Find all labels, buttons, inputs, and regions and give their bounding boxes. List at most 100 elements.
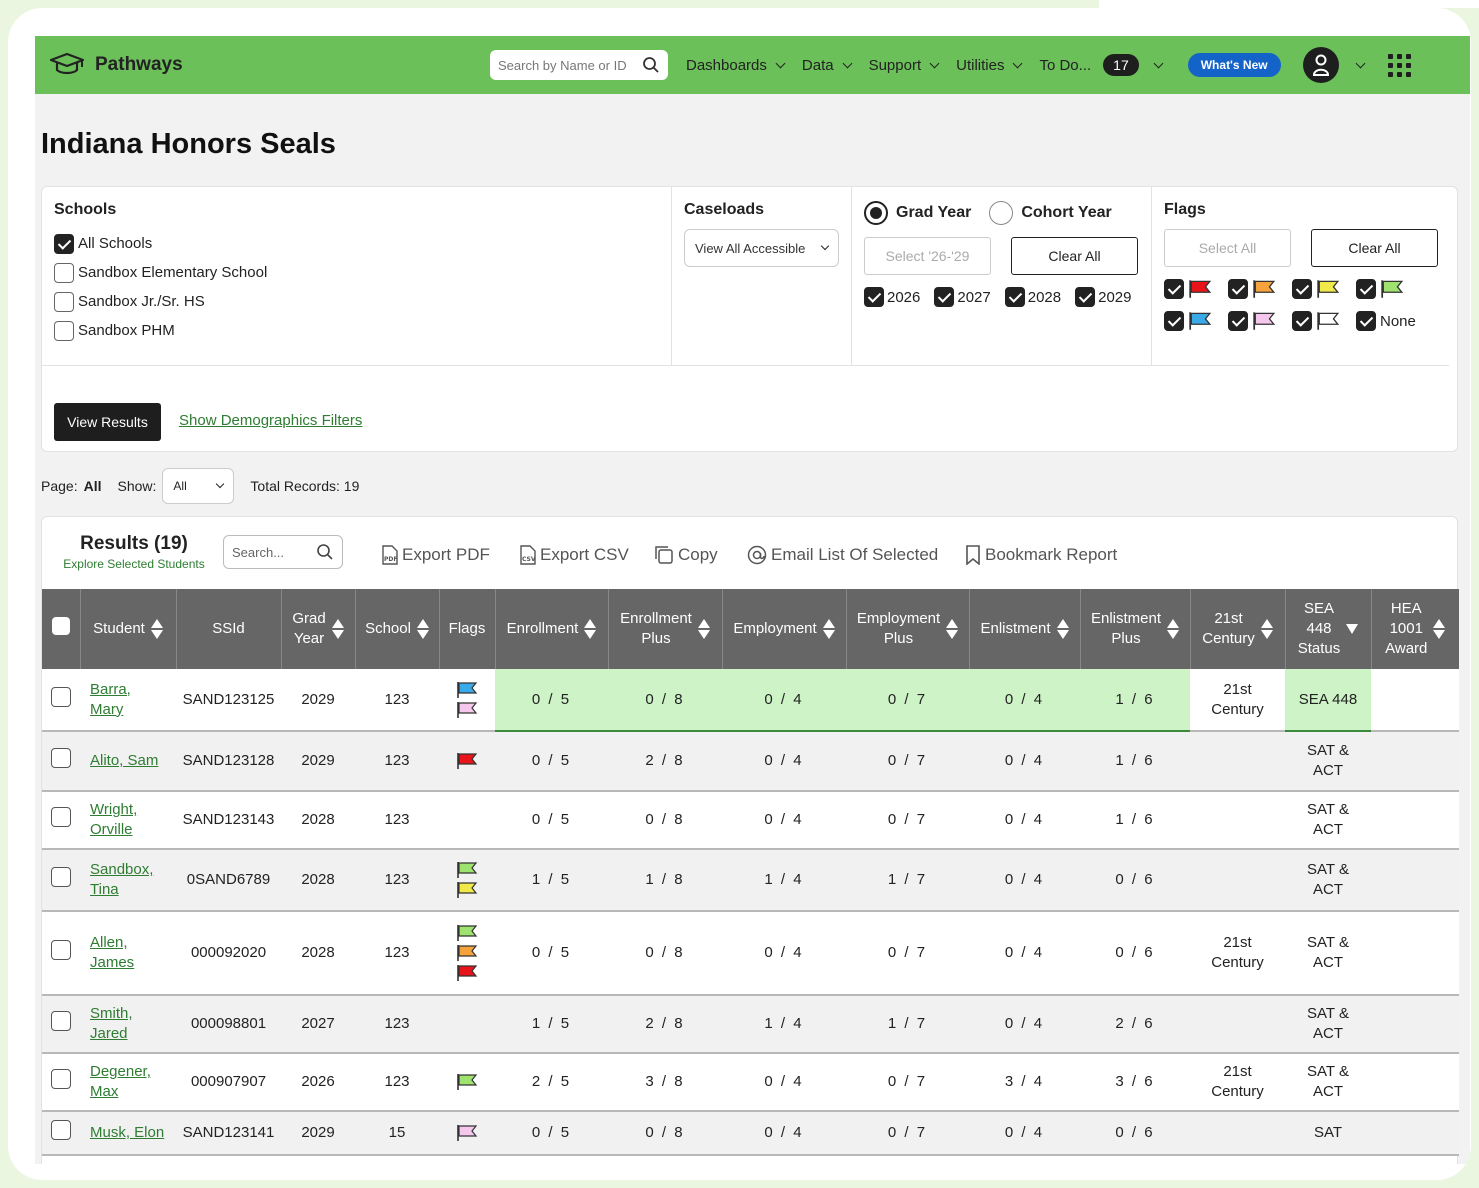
grad-year-radio[interactable] [864, 201, 888, 225]
school-checkbox[interactable] [54, 262, 74, 283]
student-name-link[interactable]: Sandbox, Tina [90, 860, 153, 900]
select-year-range-button[interactable]: Select '26-'29 [864, 237, 991, 275]
table-row[interactable]: Allen, James 000092020 2028 123 0 / 50 / 80 /… [42, 911, 1459, 996]
table-row[interactable]: Sandbox, Tina 0SAND6789 2028 123 1 / 51 / 81 … [42, 849, 1459, 912]
flag-option[interactable] [1164, 311, 1228, 331]
school-checkbox[interactable] [54, 320, 74, 341]
student-name-link[interactable]: Barra, Mary [90, 680, 131, 720]
year-checkbox[interactable] [934, 287, 955, 307]
global-search-input[interactable]: Search by Name or ID [490, 50, 668, 80]
nav-utilities[interactable]: Utilities [956, 57, 1023, 74]
flags-clear-all-button[interactable]: Clear All [1311, 229, 1438, 267]
cohort-year-radio[interactable] [989, 201, 1014, 225]
col-enlistment[interactable]: Enlistment [969, 589, 1081, 669]
school-option[interactable]: Sandbox Jr./Sr. HS [54, 287, 670, 316]
copy-button[interactable]: Copy [654, 545, 718, 565]
flag-checkbox[interactable] [1292, 311, 1312, 331]
table-row[interactable]: Degener, Max 000907907 2026 123 2 / 53 / 80 /… [42, 1053, 1459, 1112]
col-grad-year[interactable]: Grad Year [281, 589, 356, 669]
table-row[interactable]: Barra, Mary SAND123125 2029 123 0 / 50 / 80 /… [42, 669, 1459, 732]
col-ssid[interactable]: SSId [176, 589, 282, 669]
century-21-cell: 21st Century [1190, 911, 1285, 996]
brand-logo[interactable]: Pathways [49, 52, 183, 78]
school-checkbox[interactable] [54, 233, 74, 254]
flag-checkbox[interactable] [1228, 311, 1248, 331]
col-sea-448-status[interactable]: SEA 448 Status [1285, 589, 1372, 669]
col-21st-century[interactable]: 21st Century [1190, 589, 1286, 669]
user-menu-chevron-icon[interactable] [1355, 58, 1366, 68]
apps-grid-icon[interactable] [1387, 53, 1411, 77]
user-avatar[interactable] [1302, 47, 1339, 83]
school-option[interactable]: Sandbox Elementary School [54, 258, 670, 287]
year-option[interactable]: 2027 [934, 287, 991, 307]
flag-checkbox[interactable] [1356, 279, 1376, 299]
flag-option[interactable] [1292, 279, 1356, 299]
col-student[interactable]: Student [80, 589, 177, 669]
col-enrollment-plus[interactable]: Enrollment Plus [608, 589, 723, 669]
col-enrollment[interactable]: Enrollment [495, 589, 609, 669]
grad-year-cell: 2029 [281, 669, 355, 732]
nav-todo[interactable]: To Do... 17 [1039, 54, 1164, 76]
col-employment[interactable]: Employment [722, 589, 847, 669]
table-row[interactable]: Musk, Elon SAND123141 2029 15 0 / 50 / 80 / … [42, 1111, 1459, 1156]
flag-option[interactable] [1228, 279, 1292, 299]
row-checkbox[interactable] [51, 1011, 71, 1031]
row-checkbox[interactable] [51, 867, 71, 887]
year-option[interactable]: 2029 [1075, 287, 1132, 307]
table-row[interactable]: Wright, Orville SAND123143 2028 123 0 / 50 / … [42, 791, 1459, 850]
table-row[interactable]: Smith, Jared 000098801 2027 123 1 / 52 / 81 /… [42, 995, 1459, 1054]
flag-checkbox[interactable] [1292, 279, 1312, 299]
year-option[interactable]: 2026 [864, 287, 920, 307]
school-option[interactable]: All Schools [54, 229, 670, 258]
year-checkbox[interactable] [1075, 287, 1096, 307]
flag-checkbox[interactable] [1356, 311, 1376, 331]
school-option[interactable]: Sandbox PHM [54, 316, 670, 345]
flag-checkbox[interactable] [1228, 279, 1248, 299]
year-checkbox[interactable] [1004, 287, 1025, 307]
view-results-button[interactable]: View Results [54, 403, 161, 441]
student-name-link[interactable]: Alito, Sam [90, 751, 158, 771]
select-all-checkbox[interactable] [51, 617, 70, 635]
nav-data[interactable]: Data [802, 57, 853, 74]
year-checkbox[interactable] [864, 287, 884, 307]
student-name-link[interactable]: Allen, James [90, 933, 134, 973]
show-demographics-link[interactable]: Show Demographics Filters [179, 412, 362, 429]
flags-select-all-button[interactable]: Select All [1164, 229, 1291, 267]
student-name-link[interactable]: Wright, Orville [90, 800, 137, 840]
caseloads-select[interactable]: View All Accessible [684, 229, 839, 267]
col-employment-plus[interactable]: Employment Plus [846, 589, 970, 669]
table-row[interactable]: Alito, Sam SAND123128 2029 123 0 / 52 / 80 /… [42, 731, 1459, 792]
flag-checkbox[interactable] [1164, 311, 1184, 331]
row-checkbox[interactable] [51, 1120, 71, 1140]
student-name-link[interactable]: Degener, Max [90, 1062, 151, 1102]
flag-option[interactable] [1228, 311, 1292, 331]
explore-selected-link[interactable]: Explore Selected Students [54, 557, 214, 571]
col-hea-1001-award[interactable]: HEA 1001 Award [1371, 589, 1459, 669]
show-count-select[interactable]: All [162, 468, 235, 504]
col-enlistment-plus[interactable]: Enlistment Plus [1080, 589, 1191, 669]
row-checkbox[interactable] [51, 686, 71, 707]
year-option[interactable]: 2028 [1004, 287, 1061, 307]
student-name-link[interactable]: Musk, Elon [90, 1123, 164, 1143]
row-checkbox[interactable] [51, 940, 71, 960]
nav-dashboards[interactable]: Dashboards [686, 57, 786, 74]
flag-option-none[interactable]: None [1356, 311, 1420, 331]
student-name-link[interactable]: Smith, Jared [90, 1004, 133, 1044]
flag-checkbox[interactable] [1164, 279, 1184, 299]
flag-option[interactable] [1164, 279, 1228, 299]
export-csv-button[interactable]: CSV Export CSV [520, 545, 629, 565]
flag-option[interactable] [1292, 311, 1356, 331]
results-search-input[interactable]: Search... [223, 535, 343, 569]
bookmark-report-button[interactable]: Bookmark Report [965, 545, 1117, 565]
email-selected-button[interactable]: Email List Of Selected [747, 545, 938, 565]
whats-new-button[interactable]: What's New [1187, 53, 1281, 77]
nav-support[interactable]: Support [869, 57, 940, 74]
col-school[interactable]: School [355, 589, 440, 669]
export-pdf-button[interactable]: PDF Export PDF [382, 545, 490, 565]
year-clear-all-button[interactable]: Clear All [1011, 237, 1138, 275]
school-checkbox[interactable] [54, 291, 74, 312]
row-checkbox[interactable] [51, 748, 71, 768]
row-checkbox[interactable] [51, 807, 71, 827]
flag-option[interactable] [1356, 279, 1420, 299]
row-checkbox[interactable] [51, 1069, 71, 1089]
